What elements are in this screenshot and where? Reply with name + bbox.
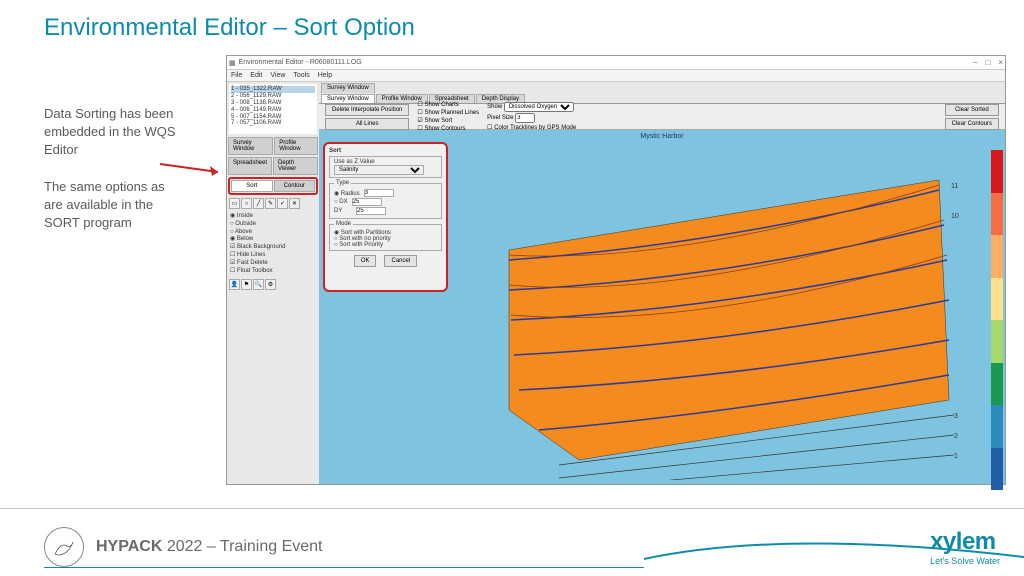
svg-text:11: 11 [951,183,958,190]
left-panel: 1 - 035_1322.RAW 2 - 056_1129.RAW 3 - 00… [227,82,319,484]
edit-toolbar: ▭ ○ ╱ ✎ ✓ ✕ [227,196,319,211]
tab-sort[interactable]: Sort [231,180,273,192]
pixel-size-input[interactable] [515,113,535,123]
window-title: Environmental Editor - R06080111.LOG [239,59,362,66]
chk-floattb[interactable]: ☐ Float Toolbox [230,268,316,276]
svg-text:3: 3 [954,413,958,420]
close-icon[interactable]: × [998,58,1003,67]
tab-spreadsheet[interactable]: Spreadsheet [228,157,272,175]
filter-options: ◉ Inside ○ Outside ○ Above ◉ Below ☑ Bla… [227,211,319,277]
hypack-logo-icon [44,527,84,567]
tool-select-icon[interactable]: ▭ [229,198,240,209]
tool-settings-icon[interactable]: ⚙ [265,279,276,290]
annotation-options: The same options as are available in the… [44,178,184,233]
chk-show-planned[interactable]: ☐ Show Planned Lines [417,109,479,116]
svg-text:1: 1 [954,453,958,460]
all-lines-button[interactable]: All Lines [325,118,409,130]
dialog-title: Sort [329,148,442,154]
tool-search-icon[interactable]: 🔍 [253,279,264,290]
dx-radio[interactable]: ○ DX [334,199,348,205]
mode-priority[interactable]: ○ Sort with Priority [334,242,383,248]
file-item[interactable]: 7 - 057_1106.RAW [231,120,315,127]
tool-lasso-icon[interactable]: ○ [241,198,252,209]
minimize-icon[interactable]: − [973,58,978,67]
tool-pencil-icon[interactable]: ✎ [265,198,276,209]
xylem-logo: xylem Let's Solve Water [930,528,1000,566]
menu-view[interactable]: View [270,72,285,79]
file-list[interactable]: 1 - 035_1322.RAW 2 - 056_1129.RAW 3 - 00… [229,84,317,134]
right-panel: Survey Window Survey Window Profile Wind… [319,82,1005,484]
map-area[interactable]: Mystic Harbor 11 10 [319,130,1005,484]
chk-hidelines[interactable]: ☐ Hide Lines [230,252,316,260]
survey-polygon: 11 10 3 2 1 [499,160,959,480]
misc-toolbar: 👤 ⚑ 🔍 ⚙ [227,277,319,292]
slide-title: Environmental Editor – Sort Option [0,0,1024,42]
clear-sorted-button[interactable]: Clear Sorted [945,104,999,116]
footer-text: HYPACK 2022 – Training Event [96,538,323,556]
app-icon: ▦ [229,59,236,67]
utab-survey[interactable]: Survey Window [321,94,375,103]
svg-text:10: 10 [951,213,959,220]
tab-contour[interactable]: Contour [274,180,316,192]
footer: HYPACK 2022 – Training Event xylem Let's… [0,508,1024,576]
tool-person-icon[interactable]: 👤 [229,279,240,290]
tab-profile-window[interactable]: Profile Window [274,137,318,155]
delete-interpolate-button[interactable]: Delete Interpolate Position [325,104,409,116]
opt-inside[interactable]: ◉ Inside [230,213,316,221]
file-item[interactable]: 4 - 006_1149.RAW [231,107,315,114]
cancel-button[interactable]: Cancel [384,255,417,267]
tool-x-icon[interactable]: ✕ [289,198,300,209]
map-title: Mystic Harbor [640,133,683,140]
menubar: File Edit View Tools Help [227,70,1005,82]
tool-flag-icon[interactable]: ⚑ [241,279,252,290]
file-item[interactable]: 5 - 007_1154.RAW [231,114,315,121]
svg-text:2: 2 [954,433,958,440]
dx-input[interactable] [352,198,382,206]
menu-tools[interactable]: Tools [293,72,309,79]
radius-input[interactable] [364,189,394,197]
color-scale [991,150,1003,490]
clear-contours-button[interactable]: Clear Contours [945,118,999,130]
dy-input[interactable] [356,207,386,215]
controls-bar: Delete Interpolate Position All Lines ☐ … [319,104,1005,130]
file-item[interactable]: 3 - 008_1138.RAW [231,100,315,107]
block-survey-window[interactable]: Survey Window [321,83,375,93]
file-item[interactable]: 2 - 056_1129.RAW [231,93,315,100]
annotation-sorting: Data Sorting has been embedded in the WQ… [44,105,184,160]
tab-survey-window[interactable]: Survey Window [228,137,273,155]
menu-help[interactable]: Help [318,72,332,79]
chk-show-charts[interactable]: ☐ Show Charts [417,101,479,108]
app-window: ▦ Environmental Editor - R06080111.LOG −… [226,55,1006,485]
tool-check-icon[interactable]: ✓ [277,198,288,209]
dy-label: DY [334,208,352,214]
opt-outside[interactable]: ○ Outside [230,221,316,229]
chk-fastdel[interactable]: ☑ Fast Delete [230,260,316,268]
radius-radio[interactable]: ◉ Radius [334,190,360,197]
maximize-icon[interactable]: □ [985,58,990,67]
menu-edit[interactable]: Edit [250,72,262,79]
show-select[interactable]: Dissolved Oxygen [504,102,574,112]
show-label: Show [487,104,502,110]
tool-line-icon[interactable]: ╱ [253,198,264,209]
sort-contour-highlight: Sort Contour [228,177,318,195]
sort-dialog: Sort Use as Z Value Salinity Type ◉ Radi… [323,142,448,292]
titlebar: ▦ Environmental Editor - R06080111.LOG −… [227,56,1005,70]
mode-legend: Mode [334,221,353,227]
arrow-pointer [160,158,230,183]
z-value-select[interactable]: Salinity [334,165,424,175]
pixel-label: Pixel Size [487,115,513,121]
ok-button[interactable]: OK [354,255,377,267]
menu-file[interactable]: File [231,72,242,79]
type-legend: Type [334,180,351,186]
tab-depth-viewer[interactable]: Depth Viewer [273,157,318,175]
chk-show-sort[interactable]: ☑ Show Sort [417,117,479,124]
chk-blackbg[interactable]: ☑ Black Background [230,244,316,252]
file-item[interactable]: 1 - 035_1322.RAW [231,86,315,93]
opt-above[interactable]: ○ Above [230,229,316,237]
